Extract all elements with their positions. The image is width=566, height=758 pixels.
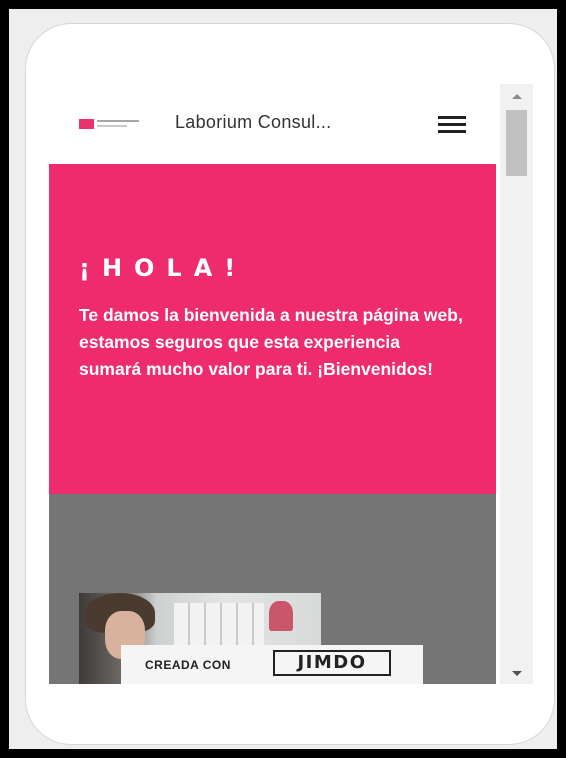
scroll-up-arrow-icon[interactable] bbox=[512, 94, 522, 99]
mobile-viewport: Laborium Consul... ¡HOLA! Te damos la bi… bbox=[49, 84, 533, 684]
hero-text: Te damos la bienvenida a nuestra página … bbox=[79, 305, 463, 379]
hamburger-line bbox=[438, 123, 466, 126]
scrollbar-thumb[interactable] bbox=[506, 110, 527, 176]
jimdo-badge-label: CREADA CON bbox=[145, 658, 231, 672]
hamburger-icon[interactable] bbox=[436, 114, 468, 136]
logo-mark bbox=[79, 119, 94, 129]
scroll-down-arrow-icon[interactable] bbox=[512, 671, 522, 676]
jimdo-logo: JIMDO bbox=[273, 650, 391, 676]
site-title[interactable]: Laborium Consul... bbox=[175, 112, 331, 133]
page-content: Laborium Consul... ¡HOLA! Te damos la bi… bbox=[49, 84, 496, 684]
hamburger-line bbox=[438, 130, 466, 133]
logo-tagline bbox=[97, 125, 127, 127]
hero-title: ¡HOLA! bbox=[79, 254, 248, 282]
jimdo-badge[interactable]: CREADA CON JIMDO bbox=[121, 645, 423, 684]
laborium-logo-icon[interactable] bbox=[79, 117, 143, 131]
hero-section: ¡HOLA! Te damos la bienvenida a nuestra … bbox=[49, 164, 496, 494]
vertical-scrollbar[interactable] bbox=[500, 84, 533, 684]
site-header: Laborium Consul... bbox=[49, 84, 496, 165]
photo-shelf bbox=[174, 603, 264, 648]
hamburger-line bbox=[438, 116, 466, 119]
photo-plant bbox=[269, 601, 293, 631]
logo-wordmark bbox=[97, 120, 139, 122]
